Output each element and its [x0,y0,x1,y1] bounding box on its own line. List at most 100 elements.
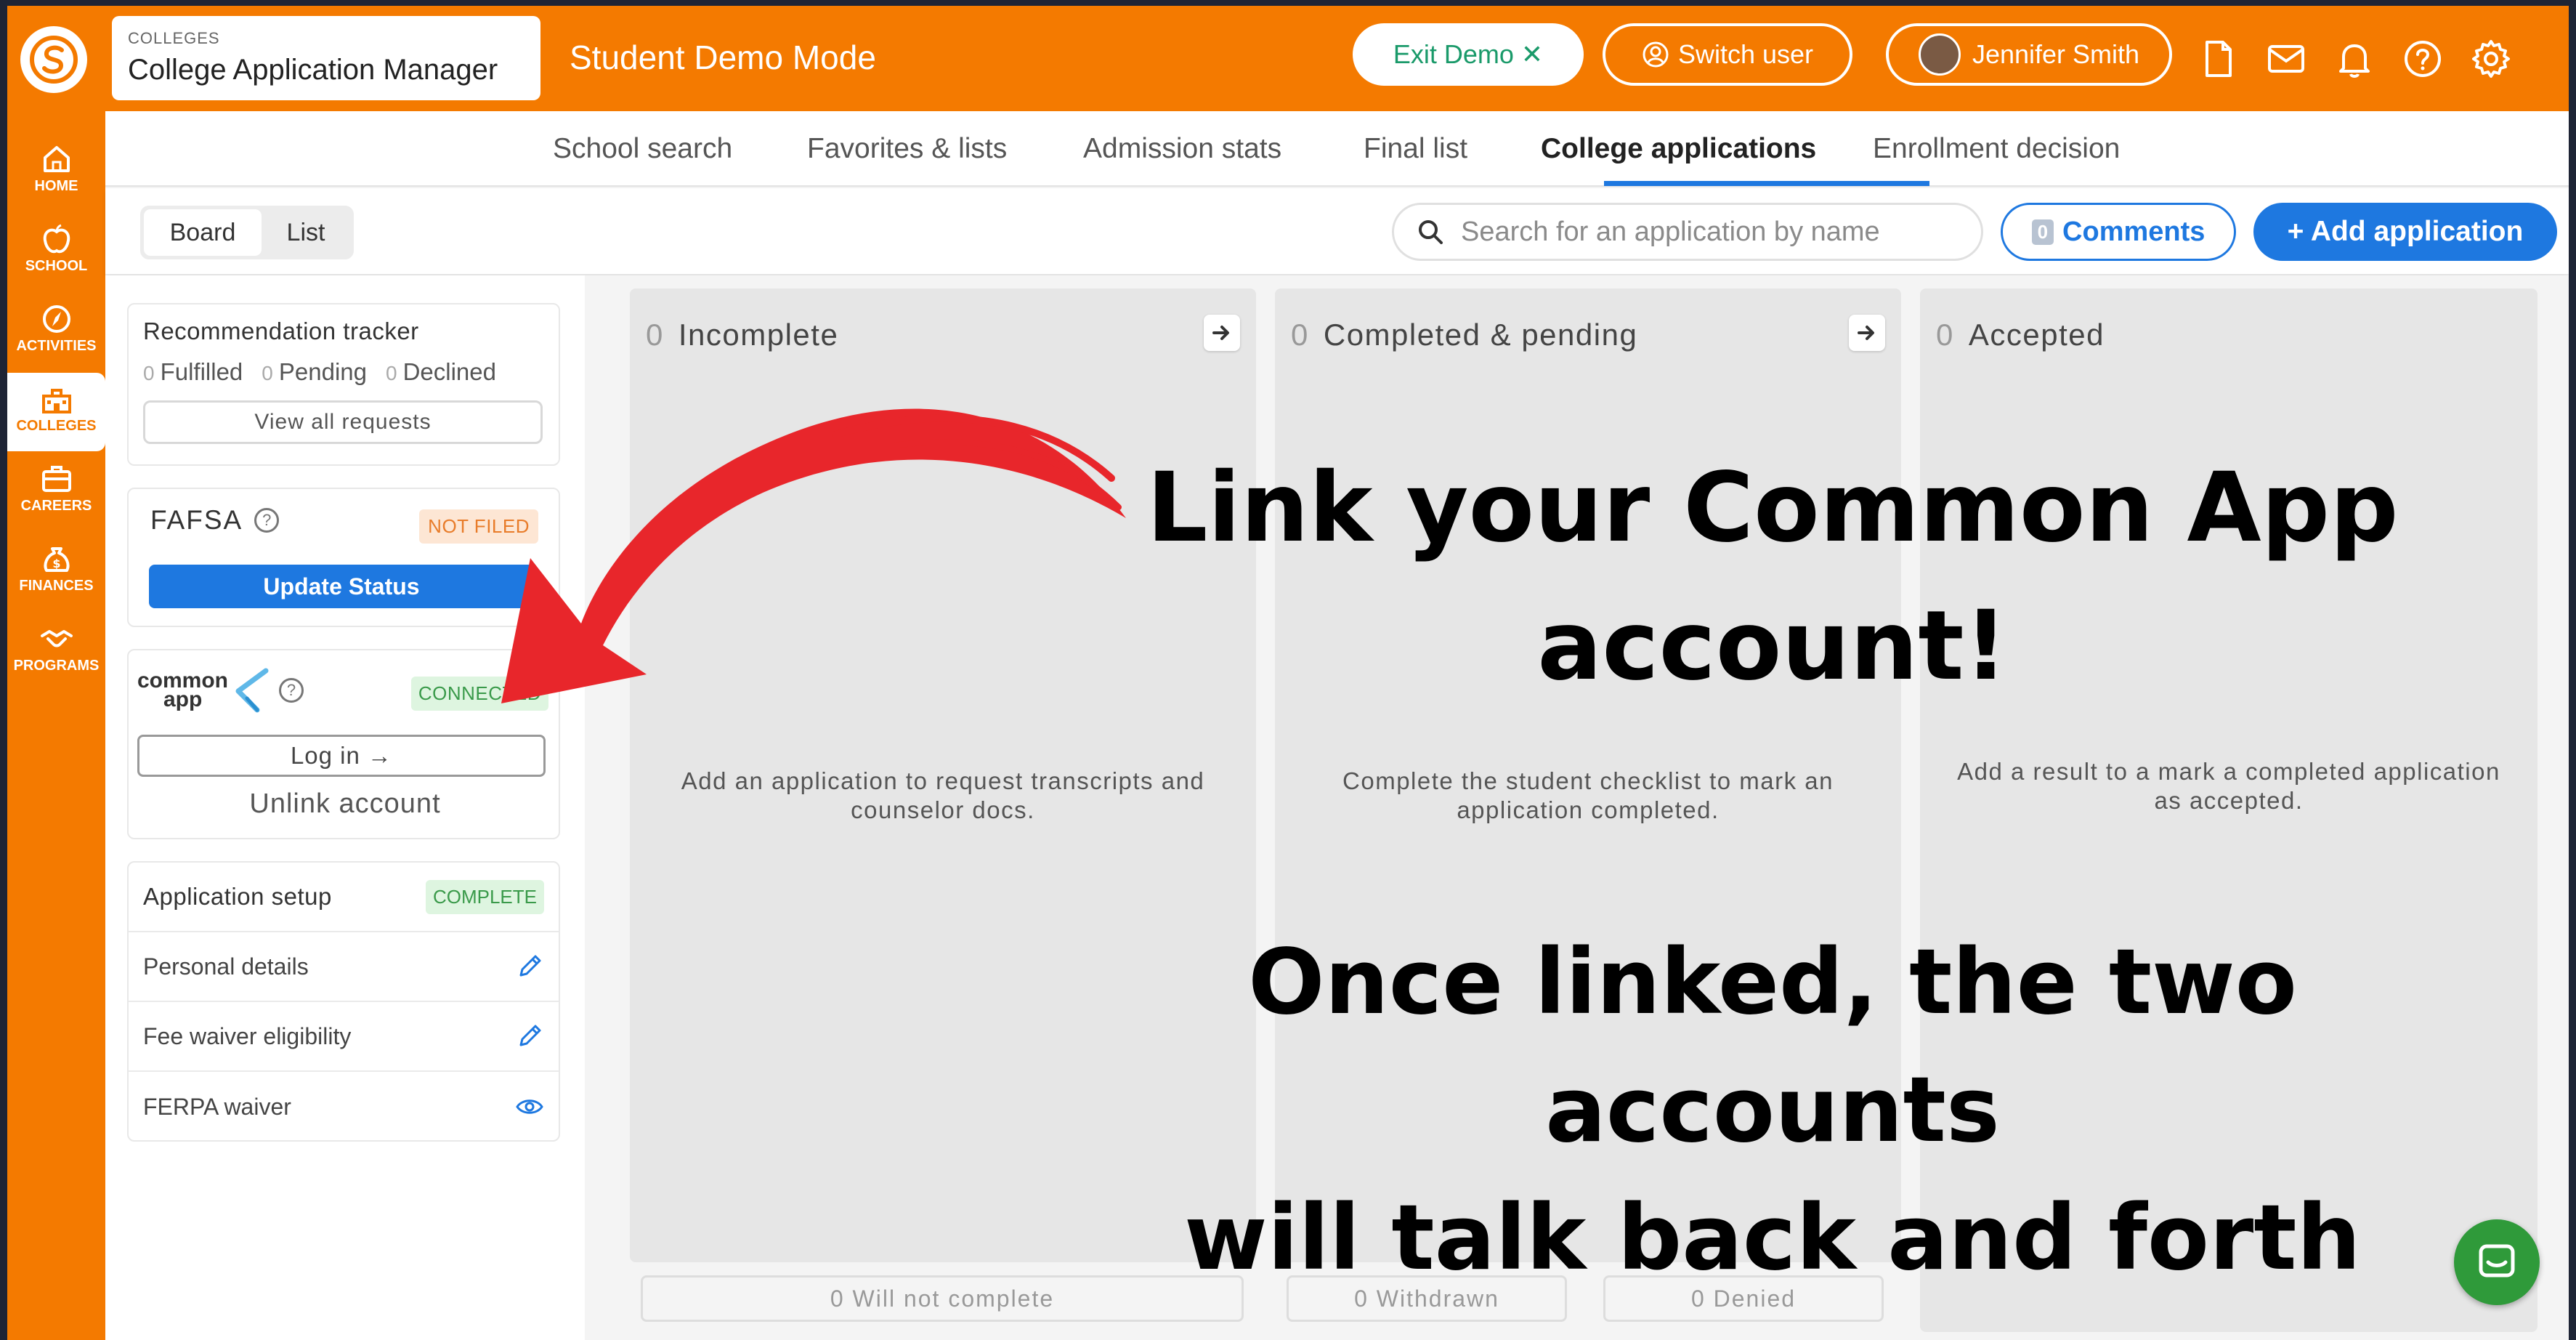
view-toggle: Board List [140,206,354,259]
college-icon [41,389,71,413]
update-status-button[interactable]: Update Status [149,565,534,608]
setup-row-fee-waiver[interactable]: Fee waiver eligibility [129,1002,559,1072]
nav-finances-label: FINANCES [19,578,94,594]
column-count: 0 [1936,318,1954,352]
fulfilled-count: 0 [143,362,155,384]
exit-demo-button[interactable]: Exit Demo ✕ [1353,23,1584,86]
user-circle-icon [1643,41,1669,68]
tab-final-list[interactable]: Final list [1364,133,1467,165]
setup-row-personal-details[interactable]: Personal details [129,932,559,1002]
help-icon[interactable] [2402,38,2444,80]
column-empty-message: Add a result to a mark a completed appli… [1957,758,2500,814]
board-view-button[interactable]: Board [144,209,262,256]
pencil-icon[interactable] [515,1022,544,1051]
mail-icon[interactable] [2265,38,2307,80]
common-app-card: common app ? CONNECTED Log in → Unlink a… [127,649,560,839]
setup-row-label: Fee waiver eligibility [143,1022,352,1049]
common-app-wordmark: common app [137,670,228,711]
column-count: 0 [646,318,664,352]
switch-user-button[interactable]: Switch user [1603,23,1852,86]
nav-programs-label: PROGRAMS [13,658,100,674]
help-icon[interactable]: ? [279,678,304,703]
nav-careers[interactable]: CAREERS [7,453,105,531]
pencil-icon[interactable] [515,952,544,981]
recommendation-tracker-card: Recommendation tracker 0 Fulfilled 0 Pendi… [127,303,560,466]
left-nav: HOME SCHOOL ACTIVITIES COLLEGES CAREERS … [7,111,105,1340]
search-box [1392,203,1983,261]
arrow-right-icon [1212,326,1229,340]
tab-favorites-lists[interactable]: Favorites & lists [807,133,1007,165]
pending-label: Pending [278,358,367,385]
headline: Link your Common App account! [1141,439,2405,715]
subheadline: Once linked, the two accounts will talk … [1039,919,2506,1302]
user-menu[interactable]: Jennifer Smith [1886,23,2172,86]
column-header: 0 Completed & pending [1291,318,1637,352]
nav-colleges-label: COLLEGES [16,418,97,434]
tab-admission-stats[interactable]: Admission stats [1083,133,1281,165]
move-right-button[interactable] [1849,315,1885,351]
bell-icon[interactable] [2333,38,2375,80]
common-app-logo: common app ? [137,665,304,716]
pending-stat: 0 Pending [262,358,367,386]
tab-school-search[interactable]: School search [553,133,732,165]
declined-stat: 0 Declined [386,358,496,386]
status-badge: NOT FILED [419,509,538,544]
app-logo[interactable] [20,26,87,93]
nav-home[interactable]: HOME [7,133,105,211]
rec-tracker-title: Recommendation tracker [143,318,419,344]
briefcase-icon [41,466,71,492]
app-switcher[interactable]: COLLEGES College Application Manager [112,16,540,100]
switch-user-label: Switch user [1677,39,1814,69]
nav-programs[interactable]: PROGRAMS [7,613,105,691]
nav-colleges[interactable]: COLLEGES [7,373,105,451]
list-view-button[interactable]: List [262,209,349,256]
fafsa-title: FAFSA [150,505,243,535]
eye-icon[interactable] [515,1092,544,1121]
chat-icon [2479,1244,2515,1278]
tab-college-applications[interactable]: College applications [1541,133,1816,165]
chat-launcher-button[interactable] [2454,1219,2540,1305]
svg-text:$: $ [52,557,60,570]
app-title: College Application Manager [128,54,498,86]
home-icon [43,146,70,172]
subheadline-line-1: Once linked, the two accounts [1248,930,2297,1163]
column-empty-message: Complete the student checklist to mark a… [1342,767,1834,823]
nav-school[interactable]: SCHOOL [7,213,105,291]
application-setup-card: Application setup COMPLETE Personal deta… [127,861,560,1142]
app-window: COLLEGES College Application Manager Stu… [7,6,2569,1340]
log-in-button[interactable]: Log in → [137,735,546,777]
comments-button[interactable]: 0 Comments [2001,203,2236,261]
money-bag-icon: $ [43,547,70,572]
tab-enrollment-decision[interactable]: Enrollment decision [1873,133,2120,165]
s-logo-icon [30,36,78,84]
move-right-button[interactable] [1204,315,1240,351]
compass-icon [42,305,70,333]
document-icon[interactable] [2197,38,2239,80]
setup-row-ferpa-waiver[interactable]: FERPA waiver [129,1072,559,1142]
unlink-account-link[interactable]: Unlink account [129,788,562,820]
nav-activities-label: ACTIVITIES [16,338,97,354]
avatar [1918,33,1961,76]
tab-bar: School search Favorites & lists Admissio… [105,111,2569,187]
complete-badge: COMPLETE [425,879,544,914]
view-all-requests-button[interactable]: View all requests [143,400,543,444]
add-application-button[interactable]: + Add application [2253,203,2557,261]
setup-row-label: Personal details [143,953,309,980]
nav-school-label: SCHOOL [25,258,88,274]
column-title: Accepted [1968,318,2105,352]
comments-label: Comments [2062,216,2206,247]
demo-mode-label: Student Demo Mode [570,39,876,76]
fafsa-card: FAFSA ? NOT FILED Update Status [127,488,560,627]
column-count: 0 [1291,318,1309,352]
gear-icon[interactable] [2470,38,2512,80]
setup-row-label: FERPA waiver [143,1093,291,1120]
nav-activities[interactable]: ACTIVITIES [7,293,105,371]
search-input[interactable] [1461,216,1955,248]
nav-finances[interactable]: $ FINANCES [7,533,105,611]
comments-count: 0 [2031,219,2054,245]
help-icon[interactable]: ? [254,508,280,533]
nav-careers-label: CAREERS [20,498,92,514]
common-app-mark-icon [235,668,269,713]
declined-count: 0 [385,362,397,384]
fulfilled-stat: 0 Fulfilled [143,358,243,386]
